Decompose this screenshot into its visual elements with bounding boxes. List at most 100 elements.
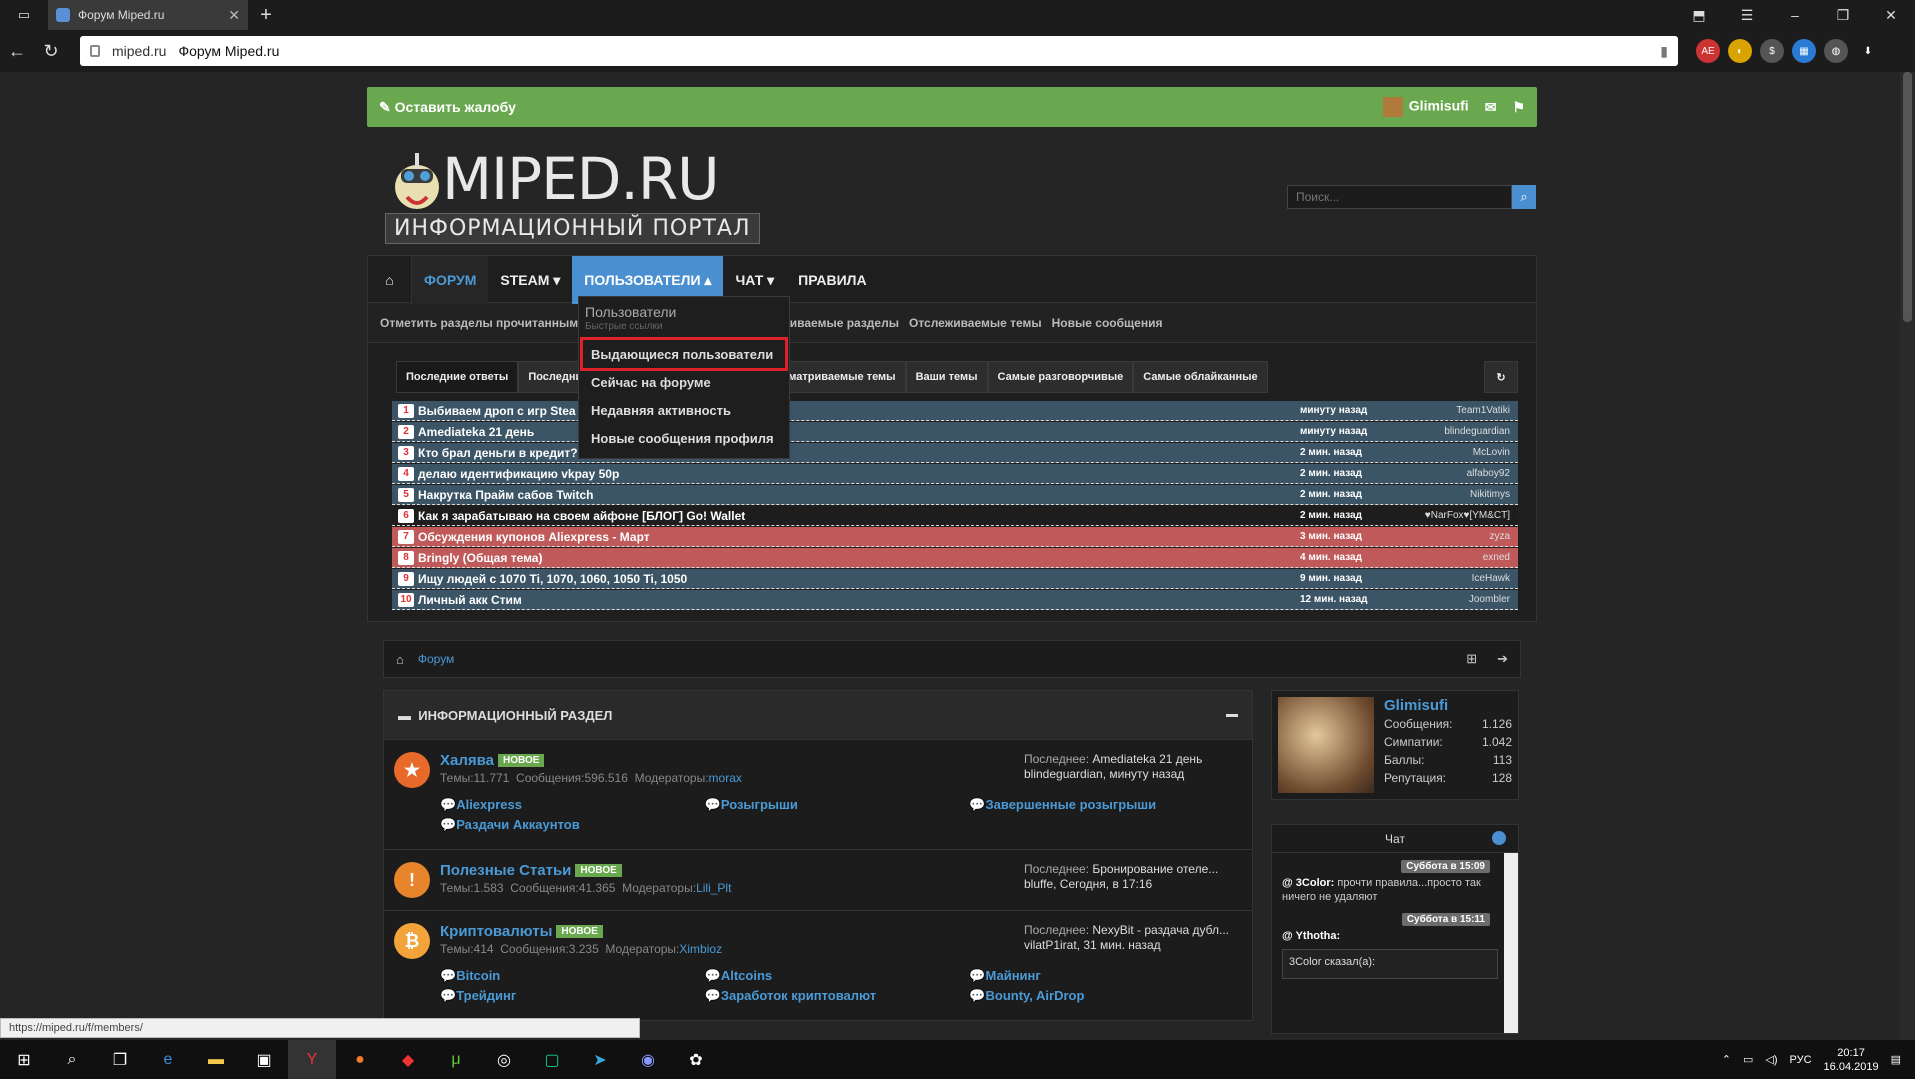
profile-avatar[interactable]: [1278, 697, 1374, 793]
calendar-ext-icon[interactable]: ▦: [1792, 39, 1816, 63]
table-row[interactable]: 6 Как я зарабатываю на своем айфоне [БЛОГ…: [392, 506, 1518, 526]
row-title[interactable]: Bringly (Общая тема): [418, 551, 1300, 565]
aliexpress-ext-icon[interactable]: AE: [1696, 39, 1720, 63]
browser-tab[interactable]: Форум Miped.ru ✕: [48, 0, 248, 30]
coin-ext-icon[interactable]: ◐: [1728, 39, 1752, 63]
shield-ext-icon[interactable]: ◍: [1824, 39, 1848, 63]
menu-notable-members[interactable]: Выдающиеся пользователи: [580, 337, 788, 371]
notifications-icon[interactable]: ▤: [1891, 1053, 1901, 1066]
tray-arrow-icon[interactable]: ⌃: [1722, 1053, 1731, 1066]
menu-recent-activity[interactable]: Недавняя активность: [579, 396, 789, 424]
language-indicator[interactable]: РУС: [1790, 1054, 1812, 1066]
chat-user[interactable]: @ 3Color:: [1282, 877, 1334, 889]
discord-icon[interactable]: ◉: [624, 1040, 672, 1079]
subforum-link[interactable]: 💬Bounty, AirDrop: [969, 988, 1234, 1008]
row-title[interactable]: Amediateka 21 день: [418, 425, 1300, 439]
bookmarks-icon[interactable]: ⬒: [1675, 0, 1723, 30]
row-user[interactable]: McLovin: [1420, 447, 1510, 458]
moderator-link[interactable]: morax: [709, 771, 742, 785]
user-link[interactable]: Glimisufi: [1382, 97, 1469, 117]
subforum-link[interactable]: 💬Завершенные розыгрыши: [969, 797, 1234, 817]
row-user[interactable]: alfaboy92: [1420, 468, 1510, 479]
address-field[interactable]: miped.ru Форум Miped.ru ▮: [80, 36, 1678, 66]
logo-mascot-icon[interactable]: [387, 147, 447, 223]
row-user[interactable]: exned: [1420, 552, 1510, 563]
moderator-link[interactable]: Ximbioz: [679, 942, 722, 956]
download-icon[interactable]: ⬇: [1856, 39, 1880, 63]
tab-recent-replies[interactable]: Последние ответы: [396, 361, 519, 393]
row-user[interactable]: zyza: [1420, 531, 1510, 542]
app-icon[interactable]: ●: [336, 1040, 384, 1079]
close-window-icon[interactable]: ✕: [1867, 0, 1915, 30]
table-row[interactable]: 5 Накрутка Прайм сабов Twitch 2 мин. назад…: [392, 485, 1518, 505]
scrollbar-thumb[interactable]: [1903, 72, 1912, 322]
new-tab-button[interactable]: +: [248, 0, 284, 30]
mail-icon[interactable]: ✉: [1485, 99, 1497, 116]
breadcrumb-forum[interactable]: Форум: [418, 652, 454, 666]
subforum-link[interactable]: 💬Заработок криптовалют: [705, 988, 970, 1008]
subforum-link[interactable]: 💬Раздачи Аккаунтов: [440, 817, 705, 837]
subnav-mark-read[interactable]: Отметить разделы прочитанными: [380, 316, 586, 330]
forum-title[interactable]: Халява: [440, 752, 494, 769]
row-title[interactable]: Выбиваем дроп с игр Stea: [418, 404, 1300, 418]
row-user[interactable]: Nikitimys: [1420, 489, 1510, 500]
profile-name[interactable]: Glimisufi: [1384, 697, 1512, 715]
reload-button[interactable]: ↻: [34, 30, 68, 72]
flag-icon[interactable]: ⚑: [1512, 99, 1525, 116]
subforum-link[interactable]: 💬Майнинг: [969, 968, 1234, 988]
table-row[interactable]: 3 Кто брал деньги в кредит? 2 мин. назад Mc…: [392, 443, 1518, 463]
explorer-icon[interactable]: ▬: [192, 1040, 240, 1079]
subforum-link[interactable]: 💬Aliexpress: [440, 797, 705, 817]
tab-most-talkative[interactable]: Самые разговорчивые: [987, 361, 1134, 393]
forum-icon[interactable]: ★: [394, 752, 430, 788]
last-post-title[interactable]: Бронирование отеле...: [1092, 862, 1218, 876]
menu-icon[interactable]: ☰: [1723, 0, 1771, 30]
forum-icon[interactable]: ₿: [394, 923, 430, 959]
maximize-icon[interactable]: ❐: [1819, 0, 1867, 30]
row-user[interactable]: blindeguardian: [1420, 426, 1510, 437]
sidebar-toggle-icon[interactable]: ▭: [0, 0, 48, 30]
chat-settings-icon[interactable]: [1492, 831, 1506, 845]
table-row[interactable]: 9 Ищу людей с 1070 Ti, 1070, 1060, 1050 T…: [392, 569, 1518, 589]
table-row[interactable]: 4 делаю идентификацию vkpay 50p 2 мин. наз…: [392, 464, 1518, 484]
row-title[interactable]: Накрутка Прайм сабов Twitch: [418, 488, 1300, 502]
moderator-link[interactable]: Lili_Plt: [696, 881, 731, 895]
subnav-watched-threads[interactable]: Отслеживаемые темы: [909, 316, 1042, 330]
subforum-link[interactable]: 💬Розыгрыши: [705, 797, 970, 817]
bookmark-icon[interactable]: ▮: [1660, 43, 1668, 60]
subforum-link[interactable]: 💬Altcoins: [705, 968, 970, 988]
row-title[interactable]: Обсуждения купонов Aliexpress - Март: [418, 530, 1300, 544]
app-icon[interactable]: ✿: [672, 1040, 720, 1079]
clock[interactable]: 20:17 16.04.2019: [1824, 1046, 1879, 1074]
row-user[interactable]: Joombler: [1420, 594, 1510, 605]
subforum-link[interactable]: 💬Bitcoin: [440, 968, 705, 988]
search-icon[interactable]: ⌕: [48, 1040, 96, 1079]
tab-most-liked[interactable]: Самые облайканные: [1133, 361, 1268, 393]
row-user[interactable]: IceHawk: [1420, 573, 1510, 584]
close-tab-icon[interactable]: ✕: [228, 7, 240, 24]
minimize-icon[interactable]: –: [1771, 0, 1819, 30]
refresh-icon[interactable]: ↻: [1484, 361, 1518, 393]
row-title[interactable]: делаю идентификацию vkpay 50p: [418, 467, 1300, 481]
page-scrollbar[interactable]: [1900, 72, 1915, 1040]
app-icon[interactable]: ◆: [384, 1040, 432, 1079]
forum-title[interactable]: Криптовалюты: [440, 923, 552, 940]
tab-your-threads[interactable]: Ваши темы: [905, 361, 988, 393]
edge-icon[interactable]: e: [144, 1040, 192, 1079]
row-title[interactable]: Как я зарабатываю на своем айфоне [БЛОГ]…: [418, 509, 1300, 523]
complain-link[interactable]: ✎ Оставить жалобу: [379, 99, 516, 116]
search-input[interactable]: [1287, 185, 1512, 209]
home-icon[interactable]: ⌂: [368, 256, 412, 304]
table-row[interactable]: 1 Выбиваем дроп с игр Stea минуту назад Tea…: [392, 401, 1518, 421]
start-icon[interactable]: ⊞: [0, 1040, 48, 1079]
table-row[interactable]: 8 Bringly (Общая тема) 4 мин. назад exned: [392, 548, 1518, 568]
row-user[interactable]: ♥NarFox♥[YM&CT]: [1420, 510, 1510, 521]
subforum-link[interactable]: 💬Трейдинг: [440, 988, 705, 1008]
row-title[interactable]: Ищу людей с 1070 Ti, 1070, 1060, 1050 Ti…: [418, 572, 1300, 586]
game-icon[interactable]: ▢: [528, 1040, 576, 1079]
forum-icon[interactable]: !: [394, 862, 430, 898]
menu-online-now[interactable]: Сейчас на форуме: [579, 368, 789, 396]
table-row[interactable]: 7 Обсуждения купонов Aliexpress - Март 3 м…: [392, 527, 1518, 547]
last-post-title[interactable]: NexyBit - раздача дубл...: [1092, 923, 1229, 937]
nav-steam[interactable]: STEAM ▾: [488, 256, 572, 304]
